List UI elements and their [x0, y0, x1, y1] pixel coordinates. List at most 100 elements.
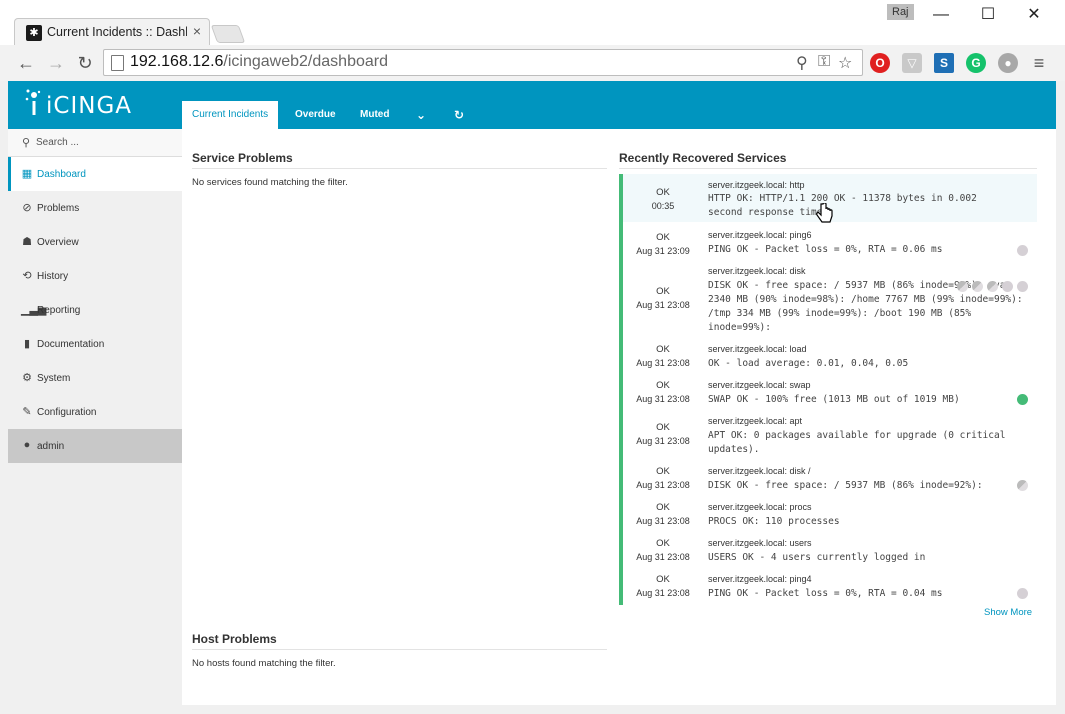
shield-extension-icon[interactable]: ▽ [902, 53, 922, 73]
hand-cursor-icon [816, 203, 833, 223]
service-name[interactable]: server.itzgeek.local: ping6 [708, 230, 812, 240]
sidebar-item-reporting[interactable]: ▁▃▅ Reporting [8, 293, 182, 327]
service-problems-empty: No services found matching the filter. [192, 177, 348, 188]
recovered-services-title[interactable]: Recently Recovered Services [619, 151, 786, 165]
service-name[interactable]: server.itzgeek.local: load [708, 344, 807, 354]
tab-overdue[interactable]: Overdue [285, 101, 346, 129]
perfdata-pie-icon [1017, 480, 1028, 491]
service-name[interactable]: server.itzgeek.local: apt [708, 416, 802, 426]
new-tab-button[interactable] [210, 25, 246, 43]
service-name[interactable]: server.itzgeek.local: procs [708, 502, 812, 512]
table-row[interactable]: OK Aug 31 23:08 server.itzgeek.local: swa… [623, 374, 1037, 410]
service-name[interactable]: server.itzgeek.local: disk / [708, 466, 811, 476]
service-name[interactable]: server.itzgeek.local: users [708, 538, 812, 548]
sidebar-item-admin[interactable]: ● admin [8, 429, 182, 463]
address-url[interactable]: 192.168.12.6/icingaweb2/dashboard [130, 53, 388, 71]
search-box[interactable]: ⚲ Search ... [8, 129, 182, 157]
menu-icon[interactable]: ≡ [1027, 51, 1051, 75]
sidebar-item-label: Reporting [37, 305, 81, 316]
reload-icon[interactable]: ↻ [73, 51, 97, 75]
state-badge: OK Aug 31 23:08 [636, 538, 690, 562]
divider [192, 168, 607, 169]
plugin-output: SWAP OK - 100% free (1013 MB out of 1019… [708, 394, 960, 405]
bookmark-star-icon[interactable]: ☆ [838, 53, 852, 73]
table-row[interactable]: OK Aug 31 23:08 server.itzgeek.local: pro… [623, 496, 1037, 532]
problems-icon: ⊘ [22, 202, 32, 214]
sidebar-item-label: History [37, 271, 69, 282]
table-row[interactable]: OK Aug 31 23:09 server.itzgeek.local: pin… [623, 224, 1037, 260]
service-name[interactable]: server.itzgeek.local: ping4 [708, 574, 812, 584]
sidebar-item-problems[interactable]: ⊘ Problems [8, 191, 182, 225]
tab-strip: ✱ Current Incidents :: Dashb × Raj — ☐ ✕ [0, 0, 1065, 45]
table-row[interactable]: OK Aug 31 23:08 server.itzgeek.local: dis… [623, 260, 1037, 338]
service-name[interactable]: server.itzgeek.local: swap [708, 380, 811, 390]
zoom-icon[interactable]: ⚲ [796, 53, 808, 73]
browser-toolbar: ← → ↻ 192.168.12.6/icingaweb2/dashboard … [0, 45, 1065, 81]
service-name[interactable]: server.itzgeek.local: disk [708, 266, 806, 276]
table-row[interactable]: OK Aug 31 23:08 server.itzgeek.local: loa… [623, 338, 1037, 374]
state-badge: OK 00:35 [651, 187, 675, 211]
grid-icon: ▦ [21, 168, 33, 180]
tab-muted[interactable]: Muted [350, 101, 399, 129]
state-badge: OK Aug 31 23:08 [636, 286, 690, 310]
browser-chrome: ✱ Current Incidents :: Dashb × Raj — ☐ ✕… [0, 0, 1065, 81]
sidebar-item-history[interactable]: ⟲ History [8, 259, 182, 293]
app-header: iCINGA Current Incidents Overdue Muted ⌄… [8, 81, 1056, 129]
sidebar-item-label: Overview [37, 237, 79, 248]
sidebar-item-label: Problems [37, 203, 80, 214]
cogs-icon: ⚙ [22, 372, 32, 384]
grammarly-extension-icon[interactable]: G [966, 53, 986, 73]
service-name[interactable]: server.itzgeek.local: http [708, 180, 805, 190]
plugin-output: PROCS OK: 110 processes [708, 516, 840, 527]
tab-title: Current Incidents :: Dashb [47, 25, 187, 39]
perfdata-pie-icon [1002, 281, 1013, 292]
book-icon: ▮ [23, 338, 31, 350]
sidebar-item-label: System [37, 373, 71, 384]
sidebar-item-overview[interactable]: ☗ Overview [8, 225, 182, 259]
address-bar[interactable]: 192.168.12.6/icingaweb2/dashboard ⚲ ⚿ ☆ [103, 49, 863, 76]
minimize-icon[interactable]: — [926, 4, 956, 26]
icinga-favicon-icon: ✱ [26, 25, 42, 41]
sidebar: ⚲ Search ... ▦ Dashboard ⊘ Problems ☗ Ov… [8, 129, 182, 705]
close-tab-icon[interactable]: × [193, 23, 201, 39]
icinga-app: iCINGA Current Incidents Overdue Muted ⌄… [8, 81, 1056, 705]
globe-extension-icon[interactable]: ● [998, 53, 1018, 73]
table-row[interactable]: OK Aug 31 23:08 server.itzgeek.local: pin… [623, 568, 1037, 605]
table-row[interactable]: OK Aug 31 23:08 server.itzgeek.local: dis… [623, 460, 1037, 496]
profile-chip[interactable]: Raj [887, 4, 914, 20]
recovered-services-list: OK 00:35 server.itzgeek.local: http HTTP … [619, 174, 1037, 605]
perfdata-pie-icon [987, 281, 998, 292]
perfdata-pie-icon [1017, 394, 1028, 405]
show-more-link[interactable]: Show More [984, 607, 1032, 618]
s-extension-icon[interactable]: S [934, 53, 954, 73]
plugin-output: DISK OK - free space: / 5937 MB (86% ino… [708, 480, 983, 491]
forward-icon[interactable]: → [44, 51, 68, 75]
host-problems-title[interactable]: Host Problems [192, 632, 277, 646]
state-badge: OK Aug 31 23:08 [636, 466, 690, 490]
table-row[interactable]: OK Aug 31 23:08 server.itzgeek.local: apt… [623, 410, 1037, 460]
plugin-output: OK - load average: 0.01, 0.04, 0.05 [708, 358, 909, 369]
key-icon[interactable]: ⚿ [818, 53, 830, 71]
sidebar-item-label: Documentation [37, 339, 105, 350]
service-problems-title[interactable]: Service Problems [192, 151, 293, 165]
table-row[interactable]: OK Aug 31 23:08 server.itzgeek.local: use… [623, 532, 1037, 568]
sidebar-item-dashboard[interactable]: ▦ Dashboard [8, 157, 182, 191]
maximize-icon[interactable]: ☐ [973, 4, 1003, 26]
state-badge: OK Aug 31 23:08 [636, 344, 690, 368]
plugin-output: USERS OK - 4 users currently logged in [708, 552, 926, 563]
state-badge: OK Aug 31 23:08 [636, 422, 690, 446]
search-input[interactable]: Search ... [36, 137, 79, 148]
close-window-icon[interactable]: ✕ [1019, 4, 1049, 26]
opera-extension-icon[interactable]: O [870, 53, 890, 73]
user-icon: ● [23, 439, 31, 451]
tab-dropdown-chevron-icon[interactable]: ⌄ [406, 101, 436, 129]
tab-current-incidents[interactable]: Current Incidents [182, 101, 279, 129]
sidebar-item-documentation[interactable]: ▮ Documentation [8, 327, 182, 361]
divider [619, 168, 1037, 169]
history-icon: ⟲ [22, 270, 32, 282]
browser-tab[interactable]: ✱ Current Incidents :: Dashb × [14, 18, 210, 45]
sidebar-item-configuration[interactable]: ✎ Configuration [8, 395, 182, 429]
back-icon[interactable]: ← [14, 51, 38, 75]
sidebar-item-system[interactable]: ⚙ System [8, 361, 182, 395]
refresh-icon[interactable]: ↻ [444, 101, 474, 129]
